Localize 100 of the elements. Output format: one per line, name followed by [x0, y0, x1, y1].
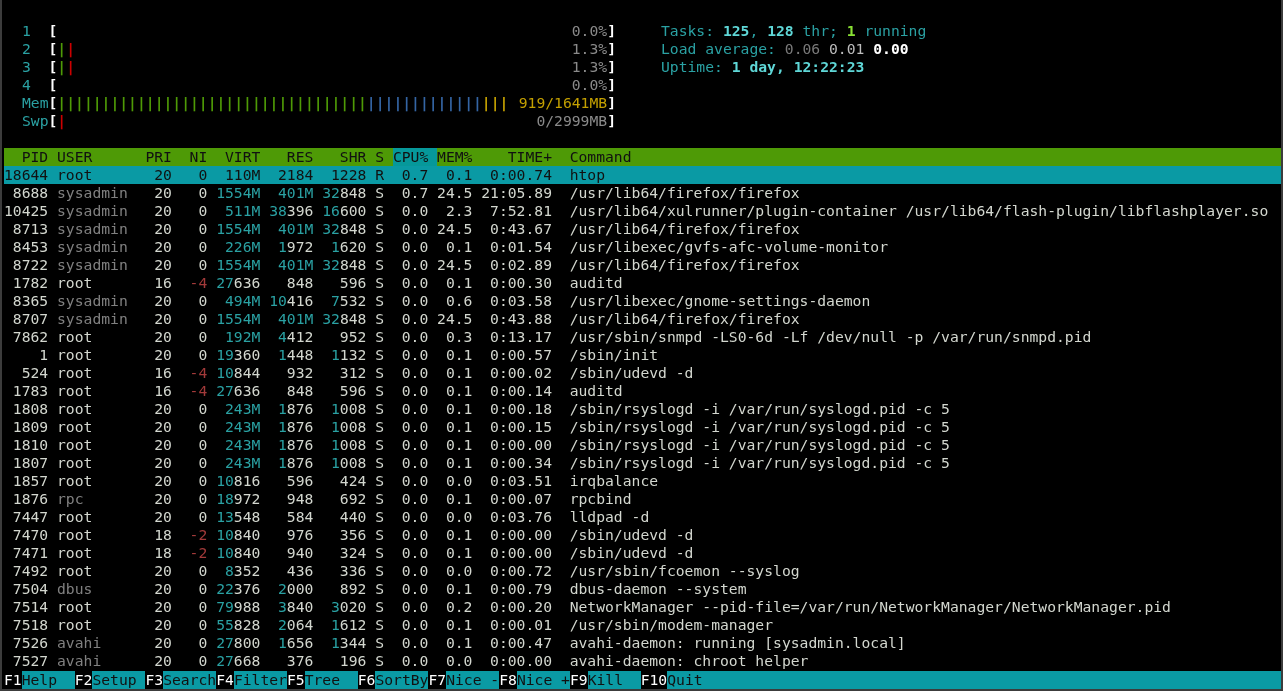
function-key-button[interactable]: F6SortBy [357, 671, 429, 689]
table-cell-text: 948 [285, 490, 315, 508]
table-cell-text: 0:00.00 [489, 652, 553, 670]
table-cell-text: htop [569, 166, 607, 184]
table-cell-text: S [375, 292, 386, 310]
table-cell-text: 7492 [11, 562, 50, 580]
column-header[interactable]: TIME+ [481, 148, 570, 166]
table-cell-text: 1876 [277, 400, 315, 418]
table-cell-text: 0.0 [400, 256, 430, 274]
table-cell-text: 0:43.67 [489, 220, 553, 238]
function-key-button[interactable]: F8Nice + [499, 671, 570, 689]
table-cell-text: 1810 [11, 436, 50, 454]
table-cell-text: 1008 [330, 454, 368, 472]
table-cell-text: 18 [153, 544, 173, 562]
column-header[interactable]: Command [569, 148, 1281, 166]
process-row[interactable]: 18644 root 20 0 110M 2184 1228 R 0.7 0.1 0:00.74 htop [4, 166, 1281, 184]
table-cell-text: root [57, 526, 94, 544]
table-cell-text: 596 [285, 472, 315, 490]
column-header[interactable]: S [375, 148, 393, 166]
table-cell-text: 20 [153, 400, 173, 418]
table-cell-text: 2064 [277, 616, 315, 634]
table-cell-text: 1876 [277, 454, 315, 472]
meter-pipes-text: | [66, 40, 76, 58]
table-cell-text: 0:01.54 [489, 238, 553, 256]
table-cell-text: 0.0 [400, 490, 430, 508]
column-header[interactable]: NI [180, 148, 217, 166]
table-cell-text: root [57, 400, 94, 418]
table-cell-text: -4 [188, 382, 209, 400]
table-cell-text: 0.0 [400, 562, 430, 580]
meter-pipes-text: | [57, 40, 67, 58]
table-cell-text: 0 [197, 580, 209, 598]
function-key-button[interactable]: F4Filter [216, 671, 287, 689]
table-cell-text: 0.0 [400, 418, 430, 436]
table-cell-text: S [375, 274, 386, 292]
meter-pipes-text: | [57, 112, 67, 130]
table-cell-text: 243M [223, 418, 262, 436]
table-cell-text: root [57, 472, 94, 490]
table-cell-text: 7514 [11, 598, 50, 616]
table-cell-text: 848 [285, 274, 315, 292]
table-cell-text: 24.5 [437, 310, 474, 328]
table-cell-text: 0.1 [444, 490, 474, 508]
table-cell-text: /sbin/rsyslogd -i /var/run/syslogd.pid -c 5 [569, 454, 951, 472]
table-cell-text: 0.7 [400, 184, 430, 202]
table-cell-text: S [375, 616, 386, 634]
table-cell-text: 20 [153, 166, 173, 184]
table-cell-text: 21:05.89 [481, 184, 553, 202]
column-header[interactable]: MEM% [437, 148, 482, 166]
table-cell-text: 7526 [11, 634, 50, 652]
function-key-button[interactable]: F10Quit [640, 671, 1281, 689]
table-cell-text: S [375, 238, 386, 256]
meter-pipes-text: ||||||||||||||||||||||||||||||||||| [57, 94, 367, 112]
table-cell-text: 27668 [216, 652, 262, 670]
column-header[interactable]: RES [269, 148, 323, 166]
table-cell-text: 0:00.02 [489, 364, 553, 382]
meter-bracket: ] [607, 40, 616, 58]
table-cell-text: 10844 [216, 364, 262, 382]
table-cell-text: 20 [153, 472, 173, 490]
column-header[interactable]: VIRT [216, 148, 270, 166]
table-cell-text: root [57, 598, 94, 616]
function-key-button[interactable]: F7Nice - [428, 671, 500, 689]
column-header[interactable]: SHR [322, 148, 376, 166]
table-cell-text: 1972 [277, 238, 315, 256]
function-key-button[interactable]: F1Help [4, 671, 75, 689]
table-cell-text: /sbin/rsyslogd -i /var/run/syslogd.pid -c 5 [569, 418, 951, 436]
table-cell-text: 0.0 [400, 436, 430, 454]
table-cell-text: 0:00.72 [489, 562, 553, 580]
column-header[interactable]: USER [57, 148, 146, 166]
function-key-button[interactable]: F3Search [145, 671, 217, 689]
table-cell-text: 0:43.88 [489, 310, 553, 328]
table-cell-text: root [57, 454, 94, 472]
column-header[interactable]: CPU% [392, 148, 438, 166]
meter-bracket: [ [48, 40, 58, 58]
table-cell-text: 0:03.58 [489, 292, 553, 310]
table-cell-text: root [57, 508, 94, 526]
table-cell-text: 0.1 [444, 364, 474, 382]
table-cell-text: S [375, 310, 386, 328]
table-cell-text: S [375, 364, 386, 382]
table-cell-text: 0:00.00 [489, 526, 553, 544]
table-cell-text: S [375, 418, 386, 436]
table-cell-text: S [375, 634, 386, 652]
table-cell-text: 7470 [11, 526, 50, 544]
table-cell-text: root [57, 544, 94, 562]
column-header[interactable]: PRI [145, 148, 181, 166]
table-cell-text: 324 [338, 544, 368, 562]
table-cell-text: 692 [338, 490, 368, 508]
meter-bracket: ] [607, 22, 616, 40]
column-header[interactable]: PID [4, 148, 58, 166]
table-cell-text: 1132 [330, 346, 368, 364]
table-cell-text: 0 [197, 220, 209, 238]
function-key-button[interactable]: F2Setup [74, 671, 146, 689]
table-cell-text: sysadmin [57, 310, 129, 328]
table-cell-text: 27800 [216, 634, 262, 652]
table-cell-text: 312 [338, 364, 368, 382]
table-cell-text: 0:00.18 [489, 400, 553, 418]
table-cell-text: 18972 [216, 490, 262, 508]
table-cell-text: 7862 [11, 328, 50, 346]
table-cell-text: 0.3 [444, 328, 474, 346]
table-cell-text: S [375, 382, 386, 400]
table-cell-text: 8688 [11, 184, 50, 202]
table-cell-text: /usr/sbin/modem-manager [569, 616, 775, 634]
